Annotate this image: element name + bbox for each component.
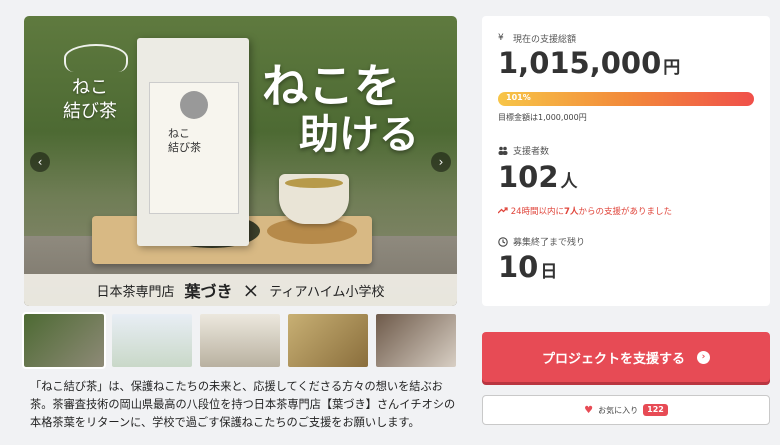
support-label: プロジェクトを支援する (541, 351, 685, 367)
arrow-right-icon: › (697, 350, 710, 364)
favorite-count-badge: 122 (643, 404, 668, 416)
banner-shop: 葉づき (184, 282, 233, 301)
banner-left: 日本茶専門店 (96, 284, 175, 300)
remaining-days: 10 日 (498, 250, 557, 284)
tea-cup (279, 174, 349, 224)
tea-bag-package: ねこ 結び茶 (137, 38, 249, 246)
next-arrow-button[interactable]: › (431, 152, 451, 172)
thumbnail-3[interactable] (200, 314, 280, 367)
thumbnail-5[interactable] (376, 314, 456, 367)
supporters-count: 102 人 (498, 160, 578, 194)
hero-image[interactable]: ねこ 結び茶 ねこ 結び茶 ねこを 助ける 日本茶専門店 葉づき × ティアハイ… (24, 16, 457, 306)
bag-label-text: ねこ 結び茶 (168, 127, 201, 154)
supporters-unit: 人 (560, 172, 578, 192)
people-icon (498, 146, 508, 155)
prev-arrow-button[interactable]: ‹ (30, 152, 50, 172)
progress-bar: 101% (498, 92, 754, 106)
favorite-label: お気に入り (598, 405, 639, 415)
remaining-unit: 日 (540, 262, 558, 282)
heart-icon: ♥ (584, 404, 594, 416)
remaining-label-row: 募集終了まで残り (498, 235, 585, 248)
target-amount: 目標金額は1,000,000円 (498, 113, 587, 122)
remaining-label: 募集終了まで残り (513, 238, 586, 248)
thumbnail-2[interactable] (112, 314, 192, 367)
hero-banner: 日本茶専門店 葉づき × ティアハイム小学校 (24, 274, 457, 306)
total-amount: 1,015,000 円 (498, 46, 680, 80)
knot-icon (64, 44, 128, 72)
total-label: 現在の支援総額 (513, 35, 577, 45)
total-value: 1,015,000 (498, 46, 662, 80)
banner-cross: × (242, 278, 260, 302)
recent-text-pre: 24時間以内に (510, 207, 565, 217)
support-project-button[interactable]: プロジェクトを支援する › (482, 332, 770, 382)
clock-icon (498, 237, 508, 247)
remaining-value: 10 (498, 250, 539, 284)
progress-text: 101% (506, 93, 531, 102)
project-media: ねこ 結び茶 ねこ 結び茶 ねこを 助ける 日本茶専門店 葉づき × ティアハイ… (22, 16, 457, 369)
supporters-label: 支援者数 (513, 147, 550, 157)
hero-headline-2: 助ける (299, 111, 419, 158)
favorite-button[interactable]: ♥ お気に入り 122 (482, 395, 770, 425)
hero-brand-title: ねこ 結び茶 (63, 77, 117, 122)
trend-up-icon (497, 207, 511, 217)
supporters-value: 102 (498, 160, 559, 194)
supporters-label-row: 支援者数 (498, 144, 549, 157)
recent-supporters: 24時間以内に7人からの支援がありました (497, 205, 672, 217)
total-label-row: ¥ 現在の支援総額 (498, 32, 577, 46)
recent-count: 7人 (564, 207, 579, 217)
cat-illustration-icon (180, 91, 208, 119)
yen-icon: ¥ (498, 33, 504, 43)
thumbnail-4[interactable] (288, 314, 368, 367)
stats-card: ¥ 現在の支援総額 1,015,000 円 101% 目標金額は1,000,000… (482, 16, 770, 306)
banner-right: ティアハイム小学校 (269, 284, 385, 300)
recent-text-post: からの支援がありました (578, 207, 672, 217)
thumbnail-1[interactable] (22, 312, 106, 369)
total-unit: 円 (663, 58, 681, 78)
project-description: 「ねこ結び茶」は、保護ねこたちの未来と、応援してくださる方々の想いを結ぶお茶。茶… (30, 380, 456, 429)
thumbnail-strip (22, 312, 457, 369)
